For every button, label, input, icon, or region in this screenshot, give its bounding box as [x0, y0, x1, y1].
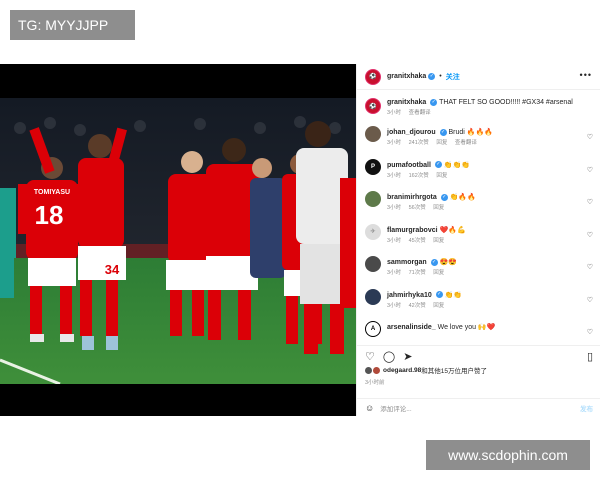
separator-dot: •: [439, 73, 442, 80]
comment-input[interactable]: 添加评论...: [380, 403, 411, 413]
likes-summary: odegaard.98 和其他15万位用户赞了: [365, 365, 487, 375]
comment-like-heart-icon[interactable]: ♡: [587, 263, 593, 271]
commenter-avatar[interactable]: A: [365, 321, 381, 337]
comment-like-heart-icon[interactable]: ♡: [587, 133, 593, 141]
commenter-avatar[interactable]: ✈: [365, 223, 381, 240]
commenter-username[interactable]: sammorgan: [387, 259, 427, 266]
heart-icon[interactable]: ♡: [365, 350, 375, 363]
commenter-username[interactable]: johan_djourou: [387, 129, 436, 136]
commenter-username[interactable]: arsenalinside_: [387, 324, 436, 331]
post-media[interactable]: TOMIYASU 18 34: [0, 64, 356, 416]
comment-time: 3小时: [387, 237, 402, 244]
comment-item: branimirhrgota ✓ 👏🔥🔥 3小时 56次赞 回复 ♡: [357, 191, 600, 224]
reply-link[interactable]: 回复: [436, 140, 447, 146]
post-side-panel: ⚽ granitxhaka ✓ • 关注 ••• ⚽ granitxhaka ✓…: [356, 64, 600, 416]
comment-icon[interactable]: ◯: [383, 350, 395, 363]
reply-link[interactable]: 回复: [433, 205, 444, 211]
verified-badge-icon: ✓: [430, 258, 438, 266]
comment-time: 3小时: [387, 172, 402, 179]
comment-item: sammorgan ✓ 😍😍 3小时 71次赞 回复 ♡: [357, 256, 600, 289]
liker-avatar: [365, 366, 372, 374]
commenter-avatar[interactable]: P: [365, 158, 381, 175]
verified-badge-icon: ✓: [440, 193, 448, 201]
comment-item: A arsenalinside_ We love you 🙌❤️ ♡: [357, 321, 600, 337]
top-watermark: TG: MYYJJPP: [10, 10, 135, 40]
comment-time: 3小时: [387, 140, 402, 146]
translate-link[interactable]: 查看翻译: [455, 140, 477, 146]
caption-username[interactable]: granitxhaka: [387, 99, 426, 106]
post-caption: ⚽ granitxhaka ✓ THAT FELT SO GOOD!!!!! #…: [357, 90, 600, 130]
tomiyasu-number-text: 18: [35, 200, 64, 230]
commenter-avatar[interactable]: [365, 288, 381, 305]
caption-avatar[interactable]: ⚽: [365, 98, 381, 114]
author-avatar[interactable]: ⚽: [365, 68, 381, 85]
comment-likes[interactable]: 42次赞: [409, 303, 426, 309]
comment-likes[interactable]: 56次赞: [409, 205, 426, 211]
comment-text: 😍😍: [439, 259, 458, 266]
bookmark-icon[interactable]: ▯: [587, 350, 593, 363]
commenter-avatar[interactable]: [365, 126, 381, 142]
comment-like-heart-icon[interactable]: ♡: [587, 231, 593, 239]
comment-text: 👏👏👏: [443, 161, 471, 169]
comment-like-heart-icon[interactable]: ♡: [587, 166, 593, 174]
verified-badge-icon: ✓: [435, 291, 443, 299]
instagram-post: TOMIYASU 18 34 ⚽ granitxhaka ✓ • 关注 ••• …: [0, 64, 600, 416]
comment-time: 3小时: [387, 302, 402, 309]
comment-text: 👏👏: [444, 291, 463, 299]
post-time-ago: 3小时前: [365, 380, 385, 386]
emoji-icon[interactable]: ☺: [365, 403, 374, 413]
comment-item: johan_djourou ✓ Brudi 🔥🔥🔥 3小时 241次赞 回复 查…: [357, 126, 600, 159]
commenter-username[interactable]: branimirhrgota: [387, 194, 437, 201]
caption-translate-link[interactable]: 查看翻译: [409, 110, 431, 116]
post-action-bar: ♡ ◯ ➤ ▯: [357, 345, 600, 363]
verified-badge-icon: ✓: [428, 73, 436, 80]
comment-text: Brudi 🔥🔥🔥: [448, 129, 493, 136]
reply-link[interactable]: 回复: [433, 238, 444, 244]
post-header: ⚽ granitxhaka ✓ • 关注 •••: [357, 64, 600, 90]
commenter-username[interactable]: flamurgrabovci: [387, 227, 438, 234]
more-options-icon[interactable]: •••: [580, 70, 592, 80]
caption-text: THAT FELT SO GOOD!!!!! #GX34 #arsenal: [439, 99, 573, 106]
verified-badge-icon: ✓: [430, 98, 438, 106]
comment-text: 👏🔥🔥: [449, 194, 476, 201]
verified-badge-icon: ✓: [434, 161, 442, 169]
commenter-avatar[interactable]: [365, 256, 381, 272]
tomiyasu-name-text: TOMIYASU: [34, 189, 70, 196]
reply-link[interactable]: 回复: [433, 303, 444, 309]
comment-likes[interactable]: 45次赞: [409, 238, 426, 244]
bottom-watermark: www.scdophin.com: [426, 440, 590, 470]
comment-likes[interactable]: 71次赞: [409, 270, 426, 276]
post-comment-button[interactable]: 发布: [580, 403, 593, 413]
comment-likes[interactable]: 241次赞: [409, 140, 429, 146]
caption-time: 3小时: [387, 110, 402, 116]
follow-button[interactable]: 关注: [446, 72, 460, 82]
celebration-photo: TOMIYASU 18 34: [0, 98, 356, 384]
verified-badge-icon: ✓: [439, 128, 447, 136]
comment-like-heart-icon[interactable]: ♡: [587, 296, 593, 304]
comment-item: jahmirhyka10 ✓ 👏👏 3小时 42次赞 回复 ♡: [357, 288, 600, 322]
reply-link[interactable]: 回复: [436, 173, 447, 179]
comment-list: johan_djourou ✓ Brudi 🔥🔥🔥 3小时 241次赞 回复 查…: [357, 126, 600, 337]
author-username[interactable]: granitxhaka: [387, 73, 426, 80]
commenter-username[interactable]: pumafootball: [387, 162, 431, 169]
comment-text: ❤️🔥💪: [439, 226, 466, 234]
xhaka-number-text: 34: [105, 262, 120, 277]
comment-text: We love you 🙌❤️: [437, 324, 496, 331]
comment-likes[interactable]: 162次赞: [409, 173, 429, 179]
share-icon[interactable]: ➤: [403, 350, 412, 363]
add-comment-bar: ☺ 添加评论... 发布: [357, 398, 600, 416]
comment-like-heart-icon[interactable]: ♡: [587, 328, 593, 336]
commenter-avatar[interactable]: [365, 191, 381, 207]
liker-avatar: [373, 366, 380, 374]
comment-item: ✈ flamurgrabovci ❤️🔥💪 3小时 45次赞 回复 ♡: [357, 223, 600, 257]
liker-username[interactable]: odegaard.98: [383, 367, 421, 374]
comment-time: 3小时: [387, 205, 402, 211]
comment-item: P pumafootball ✓ 👏👏👏 3小时 162次赞 回复 ♡: [357, 158, 600, 192]
likes-count-text[interactable]: 和其他15万位用户赞了: [421, 365, 487, 375]
reply-link[interactable]: 回复: [433, 270, 444, 276]
commenter-username[interactable]: jahmirhyka10: [387, 292, 432, 299]
comment-like-heart-icon[interactable]: ♡: [587, 198, 593, 206]
comment-time: 3小时: [387, 270, 402, 276]
